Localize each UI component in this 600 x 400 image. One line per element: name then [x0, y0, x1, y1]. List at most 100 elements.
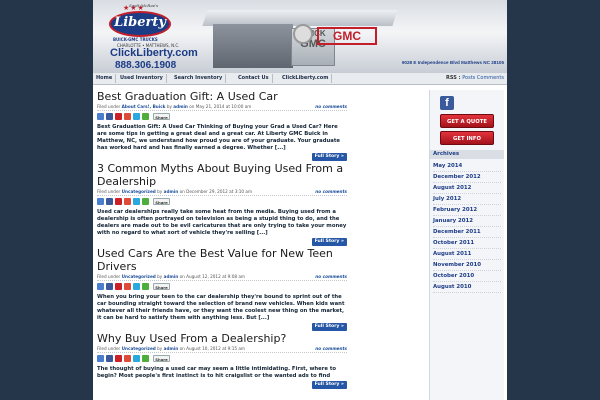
post-author[interactable]: admin	[173, 104, 188, 109]
archive-link[interactable]: October 2011	[433, 238, 501, 249]
post-date: on May 21, 2014 at 10:00 am	[189, 104, 252, 109]
sidebar: f GET A QUOTE GET INFO Archives May 2014…	[429, 90, 504, 400]
post-author[interactable]: admin	[164, 189, 179, 194]
google-plus-share-icon[interactable]	[124, 198, 131, 205]
site-header: ★★★ Scott McRae's Liberty BUICK-GMC TRUC…	[93, 0, 507, 72]
nav-contact-us[interactable]: Contact Us	[235, 74, 273, 83]
full-story-button[interactable]: Full Story »	[311, 238, 347, 246]
archive-link[interactable]: August 2011	[433, 249, 501, 260]
post: 3 Common Myths About Buying Used From a …	[97, 162, 347, 247]
full-story-button[interactable]: Full Story »	[311, 323, 347, 331]
post-meta-by: by	[157, 346, 163, 351]
share-button[interactable]: Share	[153, 198, 170, 205]
email-share-icon[interactable]	[97, 113, 104, 120]
google-plus-share-icon[interactable]	[124, 283, 131, 290]
get-info-button[interactable]: GET INFO	[440, 131, 494, 145]
logo-brand: Liberty	[114, 15, 166, 30]
post-categories[interactable]: Uncategorized	[122, 274, 156, 279]
share-this-icon[interactable]	[142, 198, 149, 205]
post-meta-by: by	[166, 104, 172, 109]
share-button[interactable]: Share	[153, 113, 170, 120]
post-comments-link[interactable]: no comments	[315, 188, 347, 195]
share-this-icon[interactable]	[142, 355, 149, 362]
post-excerpt: The thought of buying a used car may see…	[97, 366, 336, 379]
full-story-button[interactable]: Full Story »	[311, 153, 347, 161]
archives-heading: Archives	[430, 150, 504, 159]
share-button[interactable]: Share	[153, 283, 170, 290]
archive-link[interactable]: August 2012	[433, 183, 501, 194]
pinterest-share-icon[interactable]	[115, 283, 122, 290]
post-excerpt: Used car dealerships really take some he…	[97, 209, 347, 236]
facebook-share-icon[interactable]	[106, 355, 113, 362]
nav-clickliberty[interactable]: ClickLiberty.com	[279, 74, 333, 83]
archive-link[interactable]: August 2010	[433, 282, 501, 293]
facebook-share-icon[interactable]	[106, 198, 113, 205]
email-share-icon[interactable]	[97, 283, 104, 290]
twitter-share-icon[interactable]	[133, 355, 140, 362]
get-a-quote-button[interactable]: GET A QUOTE	[440, 114, 494, 128]
nav-home[interactable]: Home	[93, 74, 117, 83]
archive-link[interactable]: October 2010	[433, 271, 501, 282]
twitter-share-icon[interactable]	[133, 198, 140, 205]
nav-search-inventory[interactable]: Search Inventory	[171, 74, 227, 83]
pinterest-share-icon[interactable]	[115, 355, 122, 362]
share-this-icon[interactable]	[142, 113, 149, 120]
post-comments-link[interactable]: no comments	[315, 103, 347, 110]
twitter-share-icon[interactable]	[133, 113, 140, 120]
email-share-icon[interactable]	[97, 198, 104, 205]
gmc-logo: GMC	[317, 27, 377, 45]
share-this-icon[interactable]	[142, 283, 149, 290]
post-title[interactable]: 3 Common Myths About Buying Used From a …	[97, 162, 347, 188]
rss-label: RSS :	[446, 75, 461, 81]
archive-link[interactable]: December 2011	[433, 227, 501, 238]
post-author[interactable]: admin	[164, 346, 179, 351]
full-story-button[interactable]: Full Story »	[311, 381, 347, 389]
archives-list: May 2014 December 2012 August 2012 July 201…	[433, 161, 501, 293]
nav-used-inventory[interactable]: Used Inventory	[117, 74, 167, 83]
post-title[interactable]: Why Buy Used From a Dealership?	[97, 332, 347, 345]
main-nav: Home Used Inventory Search Inventory Con…	[93, 72, 507, 85]
post-comments-link[interactable]: no comments	[315, 345, 347, 352]
rss-posts-link[interactable]: Posts	[462, 75, 475, 81]
post: Why Buy Used From a Dealership? Filed un…	[97, 332, 347, 390]
rss-comments-link[interactable]: Comments	[477, 75, 504, 81]
post-categories[interactable]: Uncategorized	[122, 346, 156, 351]
post-title[interactable]: Best Graduation Gift: A Used Car	[97, 90, 347, 103]
full-story-row: Full Story »	[97, 381, 347, 390]
site-link[interactable]: ClickLiberty.com	[110, 47, 198, 59]
post-comments-link[interactable]: no comments	[315, 273, 347, 280]
site-logo[interactable]: ★★★ Scott McRae's Liberty BUICK-GMC TRUC…	[95, 3, 198, 71]
post-categories[interactable]: Uncategorized	[122, 189, 156, 194]
pinterest-share-icon[interactable]	[115, 113, 122, 120]
post-title[interactable]: Used Cars Are the Best Value for New Tee…	[97, 247, 347, 273]
post-author[interactable]: admin	[164, 274, 179, 279]
archive-link[interactable]: July 2012	[433, 194, 501, 205]
archive-link[interactable]: December 2012	[433, 172, 501, 183]
share-button[interactable]: Share	[153, 355, 170, 362]
full-story-row: Full Story »	[97, 238, 347, 247]
archive-link[interactable]: February 2012	[433, 205, 501, 216]
google-plus-share-icon[interactable]	[124, 355, 131, 362]
post-meta: Filed under Uncategorized by admin on De…	[97, 188, 347, 196]
email-share-icon[interactable]	[97, 355, 104, 362]
post: Best Graduation Gift: A Used Car Filed u…	[97, 90, 347, 162]
google-plus-share-icon[interactable]	[124, 113, 131, 120]
logo-script: Scott McRae's	[129, 3, 159, 8]
twitter-share-icon[interactable]	[133, 283, 140, 290]
logo-badge: Liberty	[109, 11, 171, 37]
facebook-share-icon[interactable]	[106, 113, 113, 120]
buick-badge-icon	[293, 24, 313, 44]
share-bar: Share	[97, 283, 347, 292]
archive-link[interactable]: May 2014	[433, 161, 501, 172]
share-bar: Share	[97, 355, 347, 364]
facebook-icon[interactable]: f	[440, 96, 454, 110]
archive-link[interactable]: January 2012	[433, 216, 501, 227]
pinterest-share-icon[interactable]	[115, 198, 122, 205]
post-meta-prefix: Filed under	[97, 346, 121, 351]
archive-link[interactable]: November 2010	[433, 260, 501, 271]
post-meta-prefix: Filed under	[97, 104, 121, 109]
post-categories[interactable]: About Cars!, Buick	[122, 104, 166, 109]
logo-subtitle: BUICK-GMC TRUCKS	[113, 37, 158, 42]
facebook-share-icon[interactable]	[106, 283, 113, 290]
post-meta: Filed under Uncategorized by admin on Au…	[97, 345, 347, 353]
